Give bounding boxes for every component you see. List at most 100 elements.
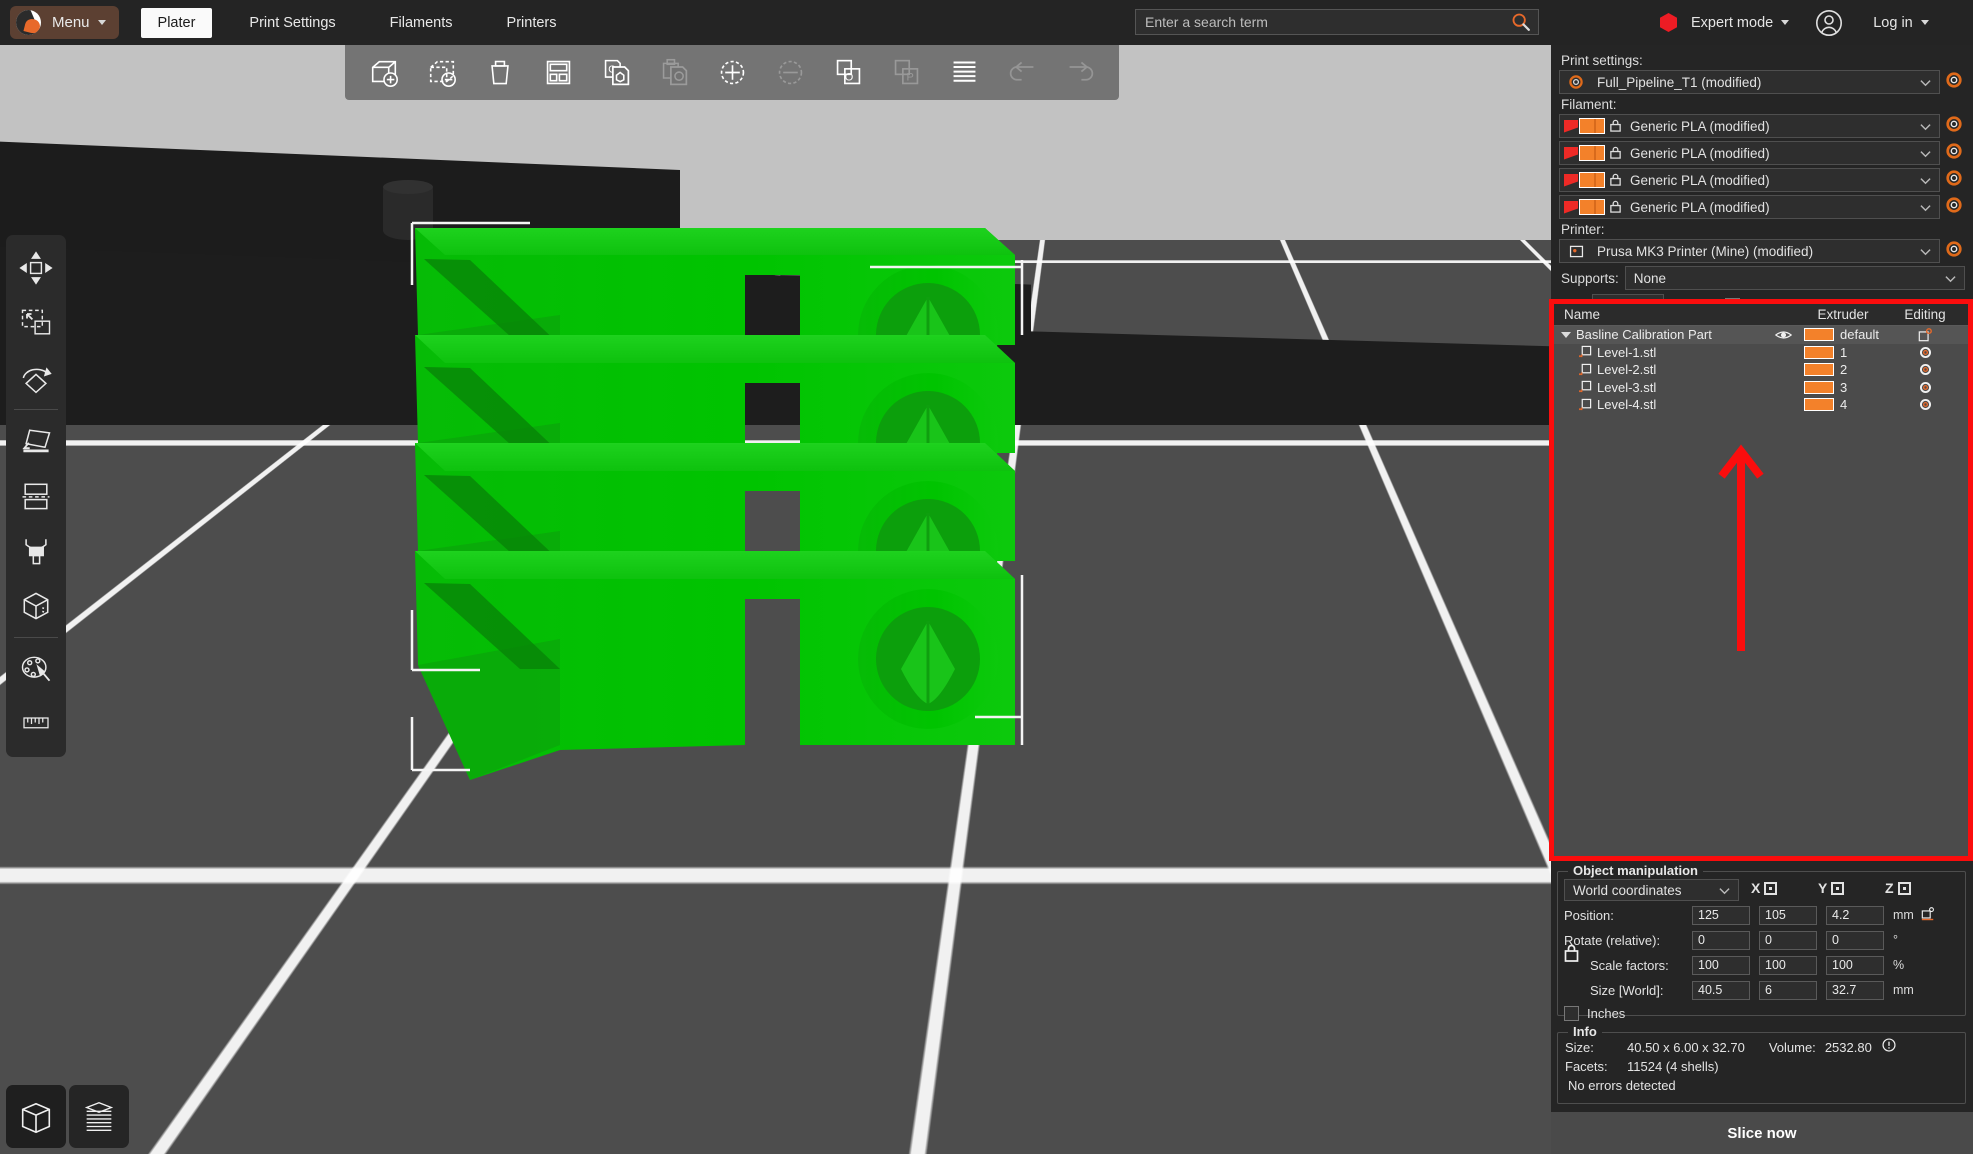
- extruder-cell[interactable]: 2: [1804, 362, 1882, 377]
- rotate-gizmo-icon[interactable]: [10, 352, 62, 404]
- filament-combo-2[interactable]: Generic PLA (modified): [1559, 141, 1940, 165]
- chevron-down-icon[interactable]: [1915, 169, 1935, 191]
- account-avatar-icon[interactable]: [1815, 9, 1843, 37]
- chevron-down-icon[interactable]: [1915, 240, 1935, 262]
- position-y-field[interactable]: 105: [1759, 905, 1817, 925]
- extruder-cell[interactable]: default: [1804, 327, 1882, 342]
- filament-combo-1[interactable]: Generic PLA (modified): [1559, 114, 1940, 138]
- table-row[interactable]: Level-4.stl 4: [1554, 396, 1968, 414]
- slice-now-button[interactable]: Slice now: [1551, 1112, 1973, 1154]
- reset-x-icon[interactable]: [1764, 881, 1778, 895]
- edit-filament-cog-icon-1[interactable]: [1945, 115, 1965, 137]
- 3d-model-baseline-calibration-part[interactable]: [0, 45, 1551, 1154]
- tab-printers[interactable]: Printers: [490, 8, 574, 38]
- extruder-cell[interactable]: 3: [1804, 380, 1882, 395]
- add-icon[interactable]: [364, 51, 404, 95]
- delete-selected-icon[interactable]: [422, 51, 462, 95]
- table-row[interactable]: Level-2.stl 2: [1554, 361, 1968, 379]
- edit-printer-cog-icon[interactable]: [1945, 240, 1965, 262]
- object-name-cell[interactable]: Basline Calibration Part: [1554, 327, 1762, 342]
- print-settings-combo[interactable]: Full_Pipeline_T1 (modified): [1559, 70, 1940, 94]
- support-paint-gizmo-icon[interactable]: [10, 525, 62, 577]
- inches-checkbox[interactable]: [1564, 1005, 1579, 1021]
- part-settings-icon[interactable]: [1882, 346, 1968, 359]
- table-row[interactable]: Basline Calibration Part default: [1554, 326, 1968, 344]
- copy-icon[interactable]: C: [596, 51, 636, 95]
- mmu-paint-gizmo-icon[interactable]: [10, 643, 62, 695]
- search-icon[interactable]: [1510, 11, 1532, 33]
- undo-icon[interactable]: [1002, 51, 1042, 95]
- login-chevron-down-icon[interactable]: [1920, 20, 1929, 25]
- split-to-parts-icon[interactable]: P: [886, 51, 926, 95]
- extruder-cell[interactable]: 1: [1804, 345, 1882, 360]
- part-name-cell[interactable]: Level-3.stl: [1554, 380, 1762, 395]
- supports-combo[interactable]: None: [1624, 266, 1965, 290]
- measure-gizmo-icon[interactable]: [10, 698, 62, 750]
- login-label[interactable]: Log in: [1873, 15, 1913, 31]
- place-on-face-gizmo-icon[interactable]: [10, 415, 62, 467]
- search-box[interactable]: [1135, 9, 1539, 35]
- tab-print-settings[interactable]: Print Settings: [232, 8, 352, 38]
- seam-paint-gizmo-icon[interactable]: [10, 580, 62, 632]
- split-to-objects-icon[interactable]: O: [828, 51, 868, 95]
- scale-gizmo-icon[interactable]: [10, 297, 62, 349]
- extruder-cell[interactable]: 4: [1804, 397, 1882, 412]
- chevron-down-icon[interactable]: [1915, 196, 1935, 218]
- chevron-down-icon[interactable]: [1915, 142, 1935, 164]
- scale-z-field[interactable]: 100: [1826, 955, 1884, 975]
- filament-combo-4[interactable]: Generic PLA (modified): [1559, 195, 1940, 219]
- size-y-field[interactable]: 6: [1759, 980, 1817, 1000]
- position-z-field[interactable]: 4.2: [1826, 905, 1884, 925]
- part-settings-icon[interactable]: [1882, 381, 1968, 394]
- rotate-y-field[interactable]: 0: [1759, 930, 1817, 950]
- size-z-field[interactable]: 32.7: [1826, 980, 1884, 1000]
- chevron-down-icon[interactable]: [1714, 880, 1734, 900]
- filament-combo-3[interactable]: Generic PLA (modified): [1559, 168, 1940, 192]
- search-input[interactable]: [1136, 14, 1510, 30]
- preview-view-button[interactable]: [69, 1085, 129, 1148]
- remove-instance-icon[interactable]: [770, 51, 810, 95]
- edit-filament-cog-icon-2[interactable]: [1945, 142, 1965, 164]
- redo-icon[interactable]: [1060, 51, 1100, 95]
- part-name-cell[interactable]: Level-4.stl: [1554, 397, 1762, 412]
- editor-view-button[interactable]: [6, 1085, 66, 1148]
- part-name-cell[interactable]: Level-2.stl: [1554, 362, 1762, 377]
- mode-chevron-down-icon[interactable]: [1781, 20, 1790, 25]
- add-instance-icon[interactable]: [712, 51, 752, 95]
- move-gizmo-icon[interactable]: [10, 242, 62, 294]
- uniform-scale-lock-icon[interactable]: [1564, 944, 1579, 962]
- tab-filaments[interactable]: Filaments: [373, 8, 470, 38]
- drop-to-bed-icon[interactable]: [1921, 906, 1935, 924]
- object-settings-icon[interactable]: [1882, 327, 1968, 342]
- menu-button[interactable]: Menu: [10, 6, 119, 39]
- printer-combo[interactable]: Prusa MK3 Printer (Mine) (modified): [1559, 239, 1940, 263]
- chevron-down-icon[interactable]: [1915, 115, 1935, 137]
- visibility-eye-icon[interactable]: [1762, 329, 1804, 341]
- edit-filament-cog-icon-3[interactable]: [1945, 169, 1965, 191]
- table-row[interactable]: Level-3.stl 3: [1554, 379, 1968, 397]
- edit-filament-cog-icon-4[interactable]: [1945, 196, 1965, 218]
- coordinate-system-combo[interactable]: World coordinates: [1564, 879, 1739, 901]
- reset-y-icon[interactable]: [1831, 881, 1845, 895]
- tab-plater[interactable]: Plater: [140, 7, 213, 38]
- reset-z-icon[interactable]: [1897, 881, 1911, 895]
- part-settings-icon[interactable]: [1882, 363, 1968, 376]
- cut-gizmo-icon[interactable]: [10, 470, 62, 522]
- variable-layer-height-icon[interactable]: [944, 51, 984, 95]
- edit-print-settings-cog-icon[interactable]: [1945, 71, 1965, 93]
- mode-label[interactable]: Expert mode: [1691, 15, 1773, 31]
- size-x-field[interactable]: 40.5: [1692, 980, 1750, 1000]
- scale-y-field[interactable]: 100: [1759, 955, 1817, 975]
- table-row[interactable]: Level-1.stl 1: [1554, 344, 1968, 362]
- arrange-icon[interactable]: [538, 51, 578, 95]
- part-settings-icon[interactable]: [1882, 398, 1968, 411]
- rotate-x-field[interactable]: 0: [1692, 930, 1750, 950]
- part-name-cell[interactable]: Level-1.stl: [1554, 345, 1762, 360]
- 3d-viewport[interactable]: C O P: [0, 45, 1551, 1154]
- scale-x-field[interactable]: 100: [1692, 955, 1750, 975]
- delete-all-trash-icon[interactable]: [480, 51, 520, 95]
- position-x-field[interactable]: 125: [1692, 905, 1750, 925]
- info-warning-icon[interactable]: [1882, 1038, 1896, 1058]
- chevron-down-icon[interactable]: [1561, 331, 1571, 338]
- chevron-down-icon[interactable]: [1940, 267, 1960, 289]
